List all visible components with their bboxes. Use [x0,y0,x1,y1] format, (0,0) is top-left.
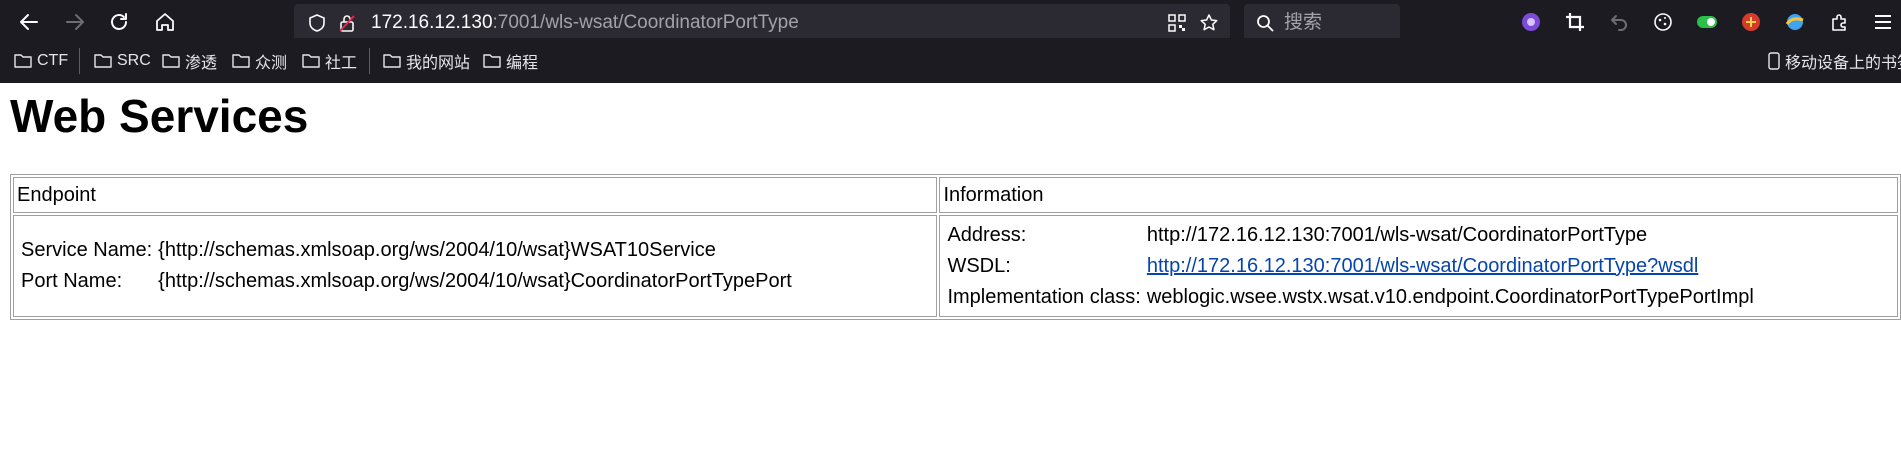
toggle-extension-icon[interactable] [1694,9,1720,35]
table-header-row: Endpoint Information [13,177,1898,213]
undo-icon[interactable] [1606,9,1632,35]
web-services-table: Endpoint Information Service Name: {http… [10,174,1901,320]
bookmark-star-icon[interactable] [1196,10,1222,36]
information-details: Address: http://172.16.12.130:7001/wls-w… [943,219,1757,314]
port-name-label: Port Name: [21,270,123,292]
cookie-icon[interactable] [1650,9,1676,35]
folder-icon [162,54,180,68]
folder-icon [94,54,112,68]
reload-icon[interactable] [104,7,134,37]
bookmark-label: 编程 [506,54,539,72]
mobile-bookmarks-label: 移动设备上的书签 [1785,54,1901,72]
bookmark-label: 众测 [255,54,288,72]
forward-icon[interactable] [60,7,90,37]
bookmark-folder-ctf[interactable]: CTF [14,38,68,83]
crop-screenshot-icon[interactable] [1562,9,1588,35]
bookmark-separator [369,48,370,74]
folder-icon [383,54,401,68]
endpoint-cell: Service Name: {http://schemas.xmlsoap.or… [13,215,938,317]
hackbar-extension-icon[interactable] [1738,9,1764,35]
information-header: Information [939,177,1898,213]
bookmark-folder-mysites[interactable]: 我的网站 [383,38,470,83]
bookmark-folder-pentest[interactable]: 渗透 [162,38,217,83]
wsdl-link[interactable]: http://172.16.12.130:7001/wls-wsat/Coord… [1147,255,1698,277]
page-title: Web Services [10,90,309,142]
mobile-device-icon [1768,51,1780,70]
implementation-class-label: Implementation class: [947,285,1141,308]
address-label: Address: [947,223,1027,246]
url-host: 172.16.12.130 [371,12,493,33]
folder-icon [232,54,250,68]
bookmark-label: CTF [37,51,69,69]
url-text[interactable]: 172.16.12.130:7001/wls-wsat/CoordinatorP… [371,4,799,41]
bookmark-label: SRC [117,51,151,69]
information-cell: Address: http://172.16.12.130:7001/wls-w… [939,215,1898,317]
bookmark-folder-social[interactable]: 社工 [302,38,357,83]
extensions-puzzle-icon[interactable] [1826,9,1852,35]
address-bar[interactable]: 172.16.12.130:7001/wls-wsat/CoordinatorP… [294,4,1230,41]
browser-toolbar: 172.16.12.130:7001/wls-wsat/CoordinatorP… [0,0,1901,41]
bookmarks-toolbar: CTF SRC 渗透 众测 社工 我的网站 编程 移动设备上的书签 [0,38,1901,83]
insecure-lock-icon[interactable] [334,10,360,36]
address-value: http://172.16.12.130:7001/wls-wsat/Coord… [1146,223,1648,246]
qr-code-icon[interactable] [1164,10,1190,36]
url-path: :7001/wls-wsat/CoordinatorPortType [492,12,799,33]
port-name-value: {http://schemas.xmlsoap.org/ws/2004/10/w… [158,270,792,292]
bookmark-label: 我的网站 [406,54,471,72]
home-icon[interactable] [150,7,180,37]
proxy-extension-icon[interactable] [1782,9,1808,35]
wsdl-cell: http://172.16.12.130:7001/wls-wsat/Coord… [1145,252,1756,281]
tracking-shield-icon[interactable] [304,10,330,36]
bookmark-folder-programming[interactable]: 编程 [483,38,538,83]
wsdl-label: WSDL: [947,254,1011,277]
back-icon[interactable] [14,7,44,37]
bookmark-separator [79,48,80,74]
bookmark-folder-src[interactable]: SRC [94,38,151,83]
page-content: Web Services Endpoint Information Servic… [0,83,1901,462]
search-icon [1254,12,1276,34]
service-name-value: {http://schemas.xmlsoap.org/ws/2004/10/w… [158,239,716,261]
bookmark-folder-crowdtest[interactable]: 众测 [232,38,287,83]
table-row: Service Name: {http://schemas.xmlsoap.or… [13,215,1898,317]
menu-icon[interactable] [1870,9,1896,35]
service-name-label: Service Name: [21,239,153,261]
endpoint-details: Service Name: {http://schemas.xmlsoap.or… [17,234,796,298]
mobile-bookmarks[interactable]: 移动设备上的书签 [1768,38,1901,83]
search-box[interactable]: 搜索 [1244,4,1400,41]
extension-avatar-icon[interactable] [1518,9,1544,35]
folder-icon [483,54,501,68]
implementation-class-value: weblogic.wsee.wstx.wsat.v10.endpoint.Coo… [1146,285,1754,308]
bookmark-label: 社工 [325,54,358,72]
folder-icon [14,54,32,68]
folder-icon [302,54,320,68]
endpoint-header: Endpoint [13,177,938,213]
search-placeholder: 搜索 [1284,12,1323,33]
bookmark-label: 渗透 [185,54,218,72]
